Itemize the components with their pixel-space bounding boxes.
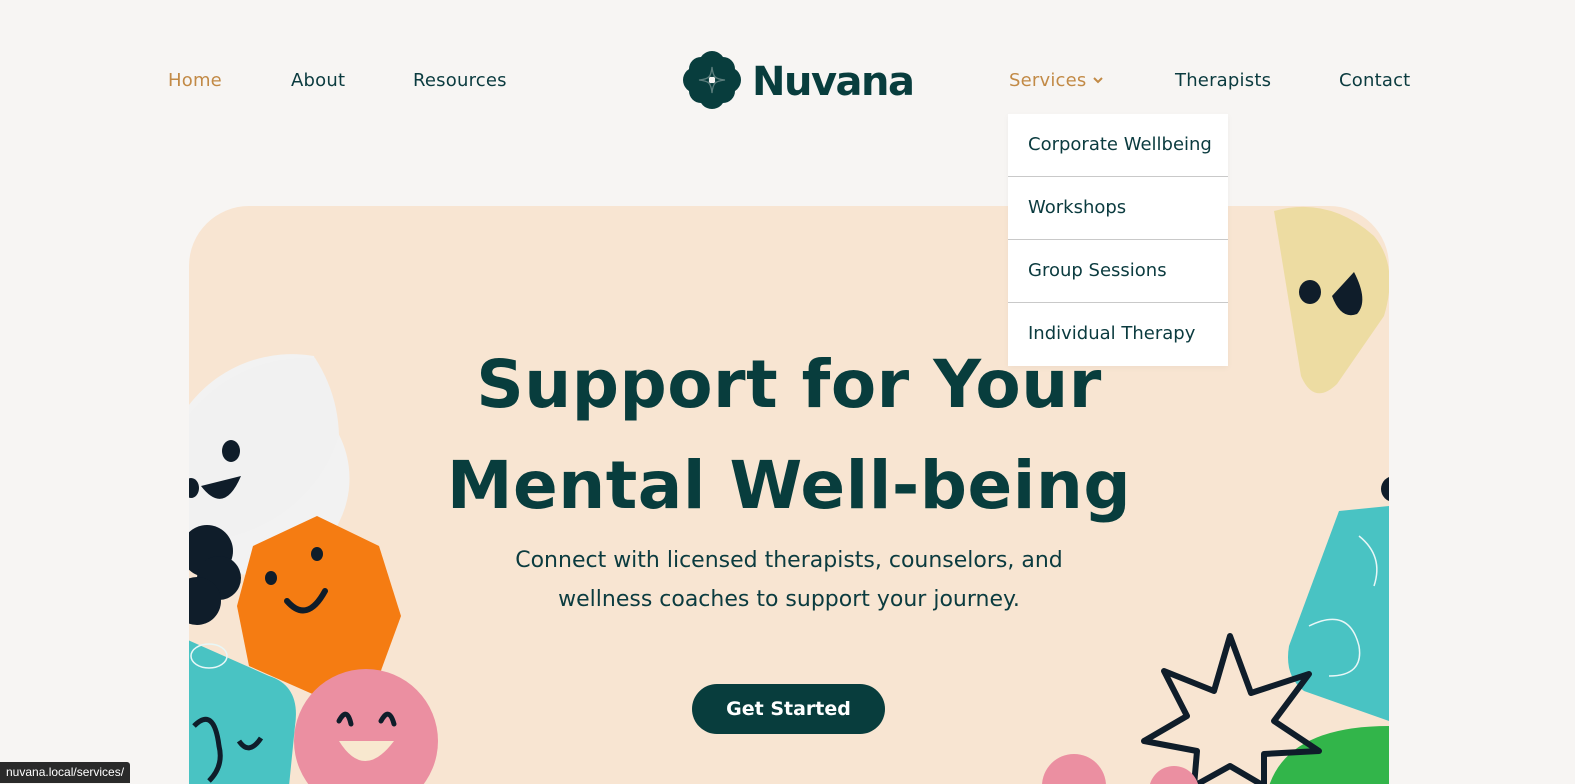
hero-subtitle-line1: Connect with licensed therapists, counse… [515, 548, 1063, 573]
nav-resources[interactable]: Resources [413, 70, 507, 91]
pink-blob-illustration [1042, 754, 1106, 784]
hero-title-line2: Mental Well-being [446, 447, 1132, 524]
orange-hexagon-illustration [237, 516, 401, 696]
flower-logo-icon [682, 50, 742, 114]
nav-about[interactable]: About [291, 70, 345, 91]
logo-text: Nuvana [752, 59, 915, 105]
services-dropdown-menu: Corporate Wellbeing Workshops Group Sess… [1008, 114, 1228, 366]
nav-home[interactable]: Home [168, 70, 222, 91]
dropdown-item-workshops[interactable]: Workshops [1008, 177, 1228, 240]
nav-contact[interactable]: Contact [1339, 70, 1410, 91]
main-navigation: Home About Resources Nuvana Services The… [0, 0, 1575, 165]
dropdown-item-individual-therapy[interactable]: Individual Therapy [1008, 303, 1228, 366]
get-started-button[interactable]: Get Started [692, 684, 885, 734]
hero-subtitle: Connect with licensed therapists, counse… [439, 541, 1139, 619]
site-logo[interactable]: Nuvana [682, 50, 915, 114]
pink-blob-small-illustration [1150, 766, 1198, 784]
nav-services[interactable]: Services [1009, 70, 1103, 91]
dropdown-item-corporate-wellbeing[interactable]: Corporate Wellbeing [1008, 114, 1228, 177]
status-bar-url: nuvana.local/services/ [0, 762, 131, 783]
dropdown-item-group-sessions[interactable]: Group Sessions [1008, 240, 1228, 303]
nav-therapists[interactable]: Therapists [1175, 70, 1271, 91]
nav-services-label: Services [1009, 70, 1087, 91]
chevron-down-icon [1092, 73, 1103, 87]
teal-shape-right-illustration [1288, 506, 1389, 721]
hero-subtitle-line2: wellness coaches to support your journey… [558, 587, 1020, 612]
